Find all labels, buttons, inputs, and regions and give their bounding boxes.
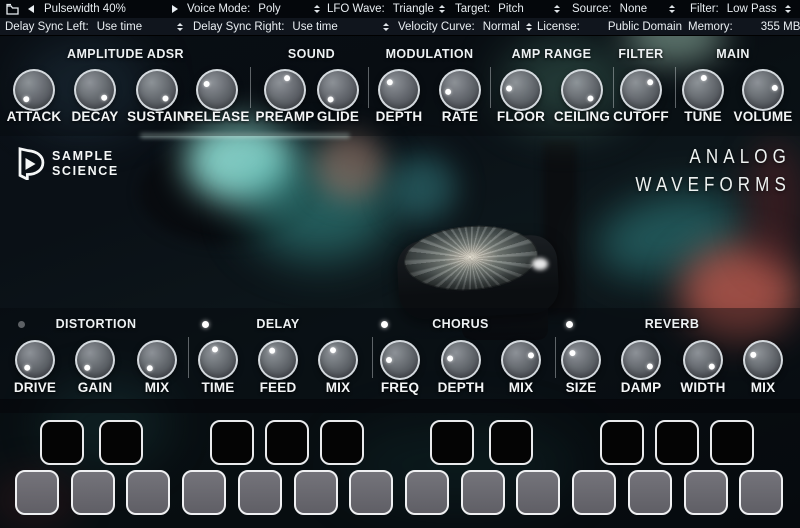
select-label: Filter: (690, 3, 719, 15)
preset-name[interactable]: Pulsewidth 40% (44, 0, 126, 18)
stepper-icon[interactable] (383, 23, 389, 31)
info-value: Public Domain (607, 21, 682, 33)
select-value: Use time (96, 21, 143, 33)
stepper-icon[interactable] (554, 5, 560, 13)
select-label: Voice Mode: (187, 3, 251, 15)
white-key[interactable] (293, 470, 338, 515)
info-value: 355 MB (760, 21, 800, 33)
select-delay-sync-right[interactable]: Delay Sync Right: Use time (193, 18, 389, 36)
black-key[interactable] (710, 420, 755, 465)
select-label: Delay Sync Right: (193, 21, 285, 33)
black-key[interactable] (600, 420, 645, 465)
black-key[interactable] (430, 420, 475, 465)
white-key[interactable] (70, 470, 115, 515)
stepper-icon[interactable] (177, 23, 183, 31)
select-label: Delay Sync Left: (5, 21, 89, 33)
select-label: Target: (455, 3, 491, 15)
plugin-window: Pulsewidth 40% Voice Mode: Poly LFO Wave: T… (0, 0, 800, 528)
select-label: Source: (572, 3, 612, 15)
stepper-icon[interactable] (526, 23, 532, 31)
info-memory: Memory: 355 MB (688, 18, 800, 36)
white-key[interactable] (572, 470, 617, 515)
white-key[interactable] (126, 470, 171, 515)
white-key[interactable] (739, 470, 784, 515)
info-license: License: Public Domain (537, 18, 682, 36)
select-target[interactable]: Target: Pitch (455, 0, 560, 18)
white-key[interactable] (627, 470, 672, 515)
select-lfo-wave[interactable]: LFO Wave: Triangle (327, 0, 445, 18)
white-key[interactable] (683, 470, 728, 515)
white-key[interactable] (15, 470, 59, 515)
info-label: License: (537, 21, 580, 33)
white-key[interactable] (405, 470, 450, 515)
header-row-2: Delay Sync Left: Use time Delay Sync Right… (0, 18, 800, 36)
select-value: Poly (258, 3, 281, 15)
black-key[interactable] (655, 420, 700, 465)
white-key[interactable] (182, 470, 227, 515)
select-delay-sync-left[interactable]: Delay Sync Left: Use time (5, 18, 183, 36)
select-label: LFO Wave: (327, 3, 385, 15)
preset-browser-icon[interactable] (6, 3, 19, 18)
stepper-icon[interactable] (669, 5, 675, 13)
select-value: Triangle (392, 3, 434, 15)
info-label: Memory: (688, 21, 733, 33)
select-value: Normal (482, 21, 520, 33)
select-value: None (619, 3, 648, 15)
white-key[interactable] (460, 470, 505, 515)
select-value: Use time (292, 21, 338, 33)
preset-prev-icon[interactable] (28, 5, 34, 13)
select-filter[interactable]: Filter: Low Pass (690, 0, 791, 18)
select-voice-mode[interactable]: Voice Mode: Poly (187, 0, 320, 18)
black-key[interactable] (265, 420, 309, 465)
white-key[interactable] (516, 470, 561, 515)
top-menu-bar: Pulsewidth 40% Voice Mode: Poly LFO Wave: T… (0, 0, 800, 36)
select-label: Velocity Curve: (398, 21, 475, 33)
select-value: Pitch (498, 3, 524, 15)
black-key[interactable] (489, 420, 534, 465)
black-key[interactable] (99, 420, 143, 465)
select-velocity-curve[interactable]: Velocity Curve: Normal (398, 18, 532, 36)
black-key[interactable] (210, 420, 254, 465)
keyboard (0, 0, 800, 528)
white-key[interactable] (349, 470, 394, 515)
black-key[interactable] (320, 420, 364, 465)
select-value: Low Pass (726, 3, 777, 15)
preset-next-icon[interactable] (172, 5, 178, 13)
black-key[interactable] (40, 420, 84, 465)
select-source[interactable]: Source: None (572, 0, 675, 18)
header-row-1: Pulsewidth 40% Voice Mode: Poly LFO Wave: T… (0, 0, 800, 18)
stepper-icon[interactable] (314, 5, 320, 13)
white-key[interactable] (237, 470, 282, 515)
stepper-icon[interactable] (439, 5, 445, 13)
stepper-icon[interactable] (785, 5, 791, 13)
